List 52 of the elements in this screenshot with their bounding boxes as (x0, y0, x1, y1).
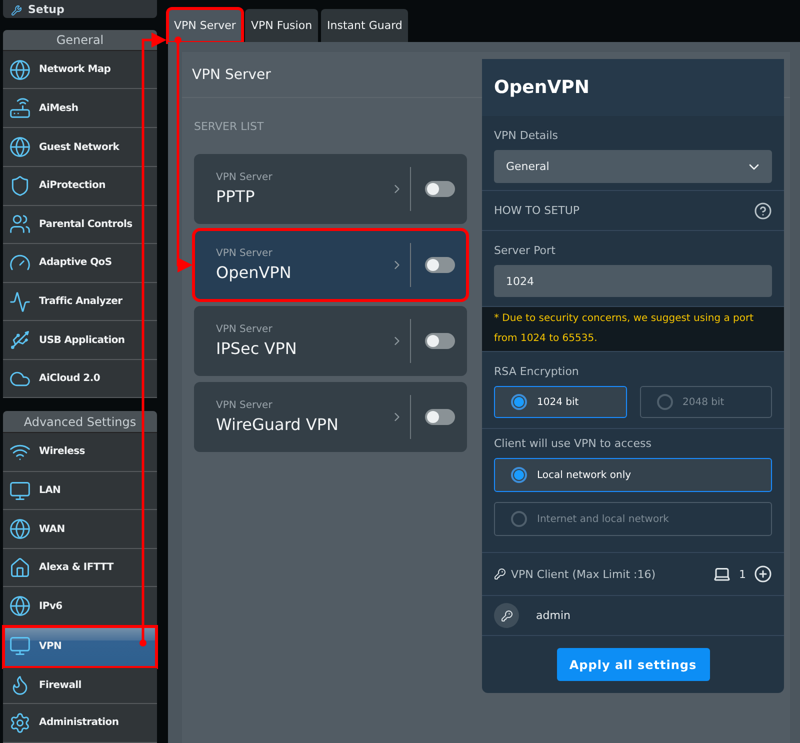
server-name: IPSec VPN (216, 339, 298, 358)
warning-note: * Due to security concerns, we suggest using a port from 1024 to 65535. (494, 312, 755, 346)
radio-option[interactable]: 1024 bit (494, 386, 626, 418)
field-label: Client will use VPN to access (494, 436, 652, 452)
tab[interactable]: VPN Fusion (244, 9, 318, 42)
server-name: OpenVPN (216, 263, 292, 282)
port-field[interactable]: 1024 (494, 265, 772, 298)
radio-option[interactable]: Internet and local network (494, 502, 772, 536)
server-caption: VPN Server (216, 248, 274, 259)
setup-heading: HOW TO SETUP (494, 204, 580, 218)
sidebar-item[interactable]: Adaptive QoS (3, 244, 157, 283)
field-label: RSA Encryption (494, 364, 580, 380)
server-card[interactable]: VPN Server IPSec VPN (194, 306, 467, 376)
sidebar-item[interactable]: AiCloud 2.0 (3, 360, 157, 398)
tab[interactable]: VPN Server (168, 9, 242, 42)
list-heading: SERVER LIST (194, 118, 265, 134)
sidebar-item[interactable]: Firewall (3, 668, 157, 704)
server-name: WireGuard VPN (216, 415, 340, 434)
sidebar-item[interactable]: Alexa & IFTTT (3, 549, 157, 588)
radio-option[interactable]: Local network only (494, 458, 772, 492)
sidebar-item[interactable]: VPN (3, 626, 157, 668)
sidebar-item[interactable]: LAN (3, 472, 157, 510)
sidebar-item[interactable]: Setup (3, 0, 157, 18)
sidebar-item[interactable]: WAN (3, 510, 157, 550)
tab[interactable]: Instant Guard (321, 9, 408, 42)
client-name: admin (536, 609, 570, 622)
sidebar-item[interactable]: Guest Network (3, 128, 157, 167)
radio-option[interactable]: 2048 bit (640, 386, 772, 418)
section-header: Advanced Settings (3, 411, 157, 433)
field-label: Server Port (494, 243, 556, 260)
clients-heading: VPN Client (Max Limit :16) (511, 568, 656, 581)
sidebar-item[interactable]: Wireless (3, 432, 157, 472)
server-card[interactable]: VPN Server WireGuard VPN (194, 382, 467, 452)
server-caption: VPN Server (216, 172, 274, 183)
sidebar-item[interactable]: USB Application (3, 321, 157, 360)
sidebar-item[interactable]: Parental Controls (3, 206, 157, 244)
server-caption: VPN Server (216, 324, 274, 335)
sidebar-item[interactable]: AiMesh (3, 89, 157, 128)
section-header: General (3, 30, 157, 52)
sidebar-item[interactable]: AiProtection (3, 166, 157, 206)
sidebar-item[interactable]: IPv6 (3, 587, 157, 626)
details-title: OpenVPN (482, 59, 784, 116)
sidebar-item[interactable]: Network Map (3, 51, 157, 90)
sidebar-item[interactable]: Traffic Analyzer (3, 282, 157, 322)
details-dropdown[interactable]: General (494, 150, 772, 184)
client-count: 1 (739, 568, 746, 581)
server-caption: VPN Server (216, 400, 274, 411)
server-card[interactable]: VPN Server PPTP (194, 154, 467, 224)
server-card[interactable]: VPN Server OpenVPN (194, 230, 467, 300)
field-label: VPN Details (494, 128, 560, 144)
server-name: PPTP (216, 187, 256, 206)
sidebar-item[interactable]: Administration (3, 704, 157, 743)
